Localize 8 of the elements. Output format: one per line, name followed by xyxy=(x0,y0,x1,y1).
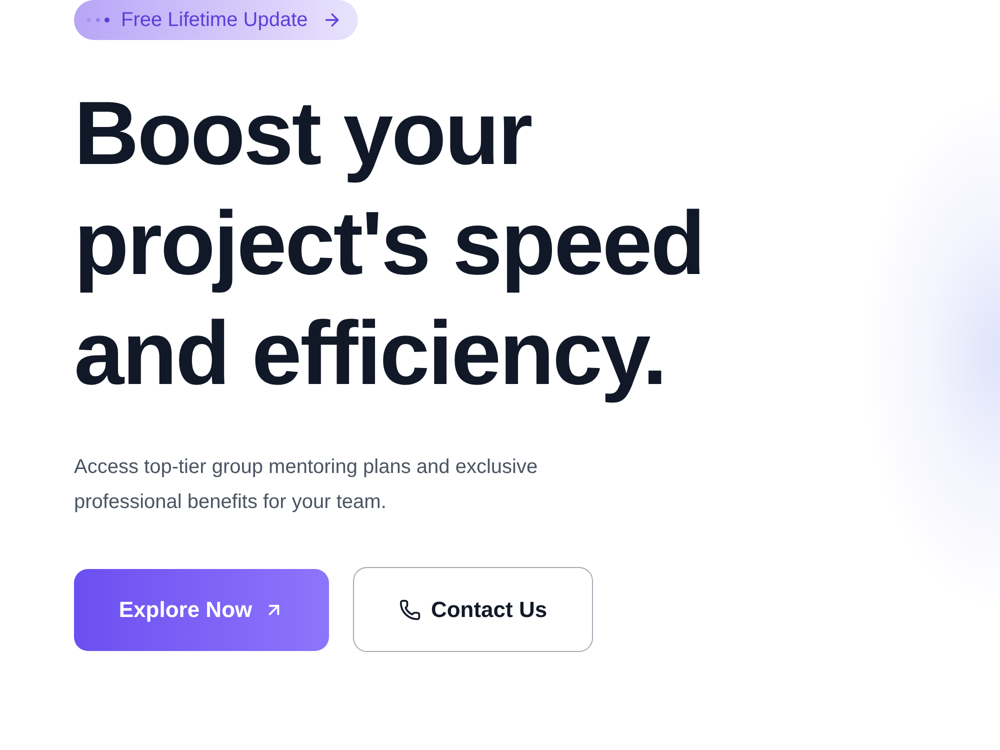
hero-heading: Boost your project's speed and efficiency. xyxy=(74,83,705,406)
phone-icon xyxy=(398,598,421,620)
dots-icon xyxy=(86,17,110,23)
contact-button[interactable]: Contact Us xyxy=(353,567,593,652)
hero-description: Access top-tier group mentoring plans and exclusive professional benefits for your team. xyxy=(74,455,539,515)
explore-button[interactable]: Explore Now xyxy=(74,568,329,650)
badge-text: Free Lifetime Update xyxy=(121,8,308,33)
update-badge[interactable]: Free Lifetime Update xyxy=(74,0,358,40)
